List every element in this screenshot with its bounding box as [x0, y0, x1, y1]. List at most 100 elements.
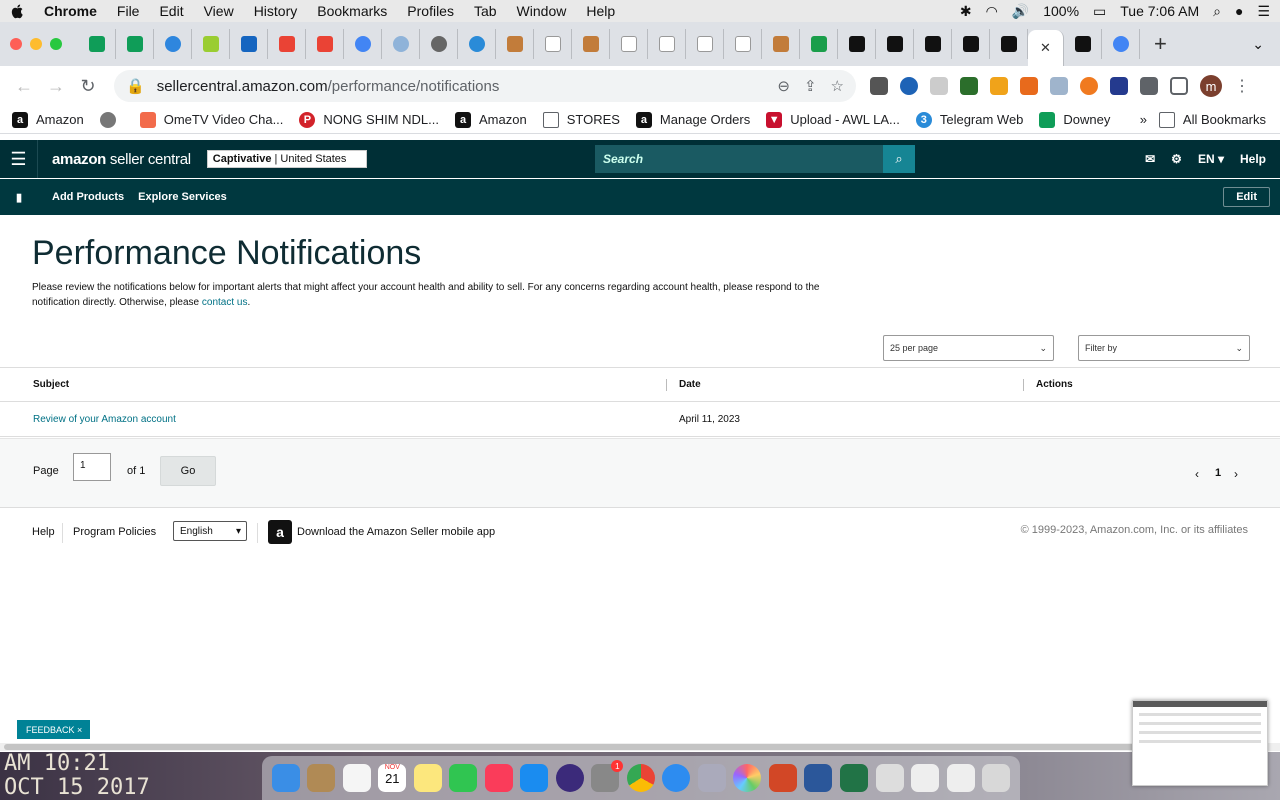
download-app-link[interactable]: Download the Amazon Seller mobile app [297, 526, 495, 538]
tab-active-seller-central[interactable]: ✕ [1028, 30, 1064, 66]
system-preferences-icon[interactable]: 1 [591, 760, 624, 792]
bluetooth-icon[interactable]: ✱ [960, 3, 972, 20]
finder-icon[interactable] [271, 764, 300, 792]
close-tab-icon[interactable]: ✕ [1040, 40, 1051, 56]
tab-amazon-7[interactable] [876, 29, 914, 59]
tab-wordpress[interactable] [382, 29, 420, 59]
bookmark-item[interactable]: a Amazon [455, 111, 527, 128]
app-store-icon[interactable] [520, 764, 549, 792]
notes-icon[interactable] [413, 764, 442, 792]
tab-plant[interactable] [192, 29, 230, 59]
tab-sheets[interactable] [78, 29, 116, 59]
mail-icon[interactable]: ✉ [1145, 152, 1155, 166]
menu-help[interactable]: Help [586, 3, 615, 19]
bookmark-item[interactable]: 3 Telegram Web [915, 111, 1023, 128]
extension-blue-icon[interactable] [900, 77, 918, 95]
menu-window[interactable]: Window [517, 3, 567, 19]
chevron-left-icon[interactable]: ‹ [1195, 467, 1199, 481]
tab-gmail-2[interactable] [306, 29, 344, 59]
tab-sheets-2[interactable] [116, 29, 154, 59]
lock-icon[interactable]: 🔒 [126, 77, 145, 95]
sidepanel-icon[interactable] [1170, 77, 1188, 95]
tab-gmail[interactable] [268, 29, 306, 59]
music-icon[interactable] [484, 764, 513, 792]
tab-amazon-11[interactable] [1064, 29, 1102, 59]
spotlight-icon[interactable]: ⌕ [1213, 3, 1221, 20]
menubar-clock[interactable]: Tue 7:06 AM [1120, 3, 1199, 19]
amazon-app-icon[interactable]: a [268, 520, 292, 544]
menu-history[interactable]: History [254, 3, 298, 19]
language-selector[interactable]: EN ▾ [1198, 152, 1224, 166]
minimize-window-button[interactable] [30, 38, 42, 50]
store-selector[interactable]: Captivative | United States [206, 150, 367, 168]
column-header-date[interactable]: Date [679, 379, 701, 390]
horizontal-scrollbar[interactable] [0, 743, 1280, 751]
trash-icon[interactable] [982, 764, 1011, 792]
tab-amazon-5[interactable] [724, 29, 762, 59]
tab-amazon-4[interactable] [686, 29, 724, 59]
safari-icon[interactable] [662, 764, 691, 792]
star-bookmark-icon[interactable]: ☆ [831, 77, 844, 95]
tab-globe[interactable] [154, 29, 192, 59]
seller-search-input[interactable]: Search [595, 145, 883, 173]
back-arrow-icon[interactable]: ← [12, 74, 36, 98]
tab-store-1[interactable] [496, 29, 534, 59]
tab-google[interactable] [344, 29, 382, 59]
volume-icon[interactable]: 🔊 [1012, 3, 1029, 20]
puzzle-icon[interactable] [1140, 77, 1158, 95]
facetime-icon[interactable] [449, 764, 478, 792]
tab-search-chevron-icon[interactable]: ⌄ [1252, 36, 1264, 53]
extension-orange-icon[interactable] [1020, 77, 1038, 95]
gear-icon[interactable]: ⚙ [1171, 152, 1182, 166]
tab-amazon-6[interactable] [838, 29, 876, 59]
tab-amazon-1[interactable] [534, 29, 572, 59]
filter-select[interactable]: Filter by ⌄ [1078, 335, 1250, 361]
reminders-icon[interactable] [342, 764, 371, 792]
tab-amazon-2[interactable] [610, 29, 648, 59]
explore-services-link[interactable]: Explore Services [138, 191, 227, 203]
tab-google-2[interactable] [1102, 29, 1140, 59]
powerpoint-icon[interactable] [768, 764, 797, 792]
close-window-button[interactable] [10, 38, 22, 50]
screenshot-thumbnail-preview[interactable] [1132, 700, 1268, 786]
hamburger-menu-icon[interactable]: ☰ [0, 140, 38, 178]
tab-store-2[interactable] [572, 29, 610, 59]
more-bookmarks-chevron-icon[interactable]: » [1140, 112, 1147, 127]
menu-view[interactable]: View [204, 3, 234, 19]
profile-avatar[interactable]: m [1200, 75, 1222, 97]
tab-amazon-9[interactable] [952, 29, 990, 59]
bookmark-item[interactable]: Downey [1039, 111, 1110, 128]
chevron-right-icon[interactable]: › [1234, 467, 1238, 481]
notes-document-icon[interactable] [946, 764, 975, 792]
extension-off-icon[interactable] [870, 77, 888, 95]
siri-icon[interactable]: ● [1235, 3, 1243, 19]
extension-rs-icon[interactable] [960, 77, 978, 95]
maximize-window-button[interactable] [50, 38, 62, 50]
help-link[interactable]: Help [1240, 152, 1266, 166]
bookmark-item[interactable]: ▼ Upload - AWL LA... [766, 111, 900, 128]
chrome-icon[interactable] [626, 764, 655, 792]
scrollbar-thumb[interactable] [4, 744, 1266, 750]
extension-grey-icon[interactable] [930, 77, 948, 95]
tab-amazon-3[interactable] [648, 29, 686, 59]
menu-file[interactable]: File [117, 3, 140, 19]
edit-button[interactable]: Edit [1223, 187, 1270, 207]
battery-icon[interactable]: ▭ [1093, 3, 1106, 20]
tab-telegram[interactable] [458, 29, 496, 59]
search-button[interactable]: ⌕ [883, 145, 915, 173]
tab-amazon-10[interactable] [990, 29, 1028, 59]
current-page-number[interactable]: 1 [1215, 467, 1221, 479]
apple-icon[interactable] [10, 3, 26, 19]
extension-f-icon[interactable] [1110, 77, 1128, 95]
menu-edit[interactable]: Edit [159, 3, 183, 19]
contacts-icon[interactable] [307, 764, 336, 792]
word-icon[interactable] [804, 764, 833, 792]
wifi-icon[interactable]: ◠ [986, 3, 998, 20]
address-bar[interactable]: 🔒 sellercentral.amazon.com/performance/n… [114, 70, 856, 102]
bookmark-folder[interactable]: STORES [542, 111, 620, 128]
contact-us-link[interactable]: contact us [202, 297, 248, 308]
tab-store-3[interactable] [762, 29, 800, 59]
zoom-icon[interactable]: ⊖ [777, 77, 790, 95]
feedback-button[interactable]: FEEDBACK × [17, 720, 90, 739]
tab-globe-2[interactable] [420, 29, 458, 59]
